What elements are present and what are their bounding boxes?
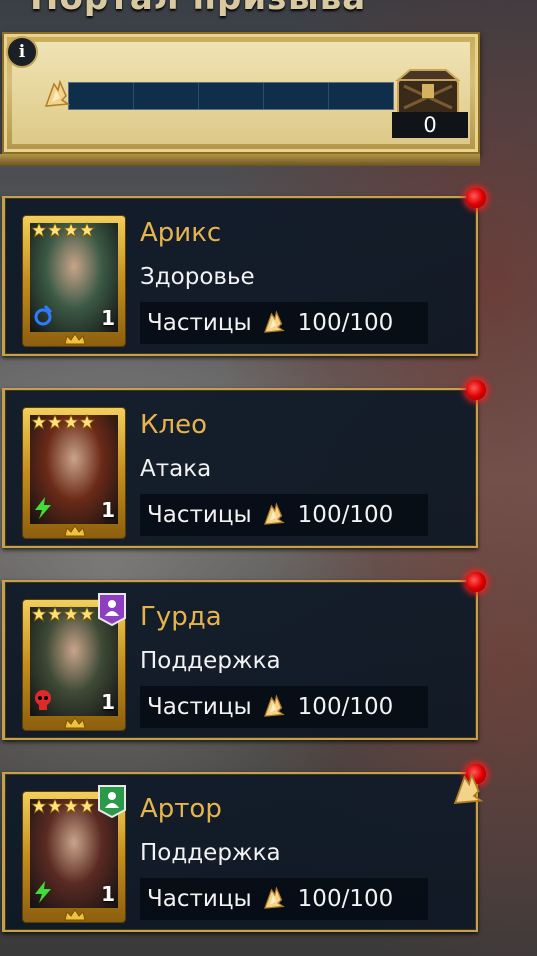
fragments-row: Частицы 100/100 — [140, 494, 428, 536]
hero-card[interactable]: 1 Гурда Поддержка Частицы 100/100 — [2, 572, 486, 740]
crown-icon — [64, 909, 86, 921]
star-icon — [63, 606, 79, 622]
hero-name: Гурда — [140, 602, 222, 632]
hero-card[interactable]: 1 Клео Атака Частицы 100/100 — [2, 380, 486, 548]
gold-shard-icon — [263, 886, 285, 909]
affinity-icon — [31, 304, 55, 328]
hero-role: Поддержка — [140, 840, 281, 866]
hero-stars — [31, 414, 95, 432]
star-icon — [63, 222, 79, 238]
hero-level: 1 — [101, 306, 115, 330]
star-icon — [63, 414, 79, 430]
star-icon — [31, 222, 47, 238]
hero-role: Здоровье — [140, 264, 255, 290]
hero-portrait[interactable]: 1 — [23, 216, 125, 346]
affinity-icon — [31, 496, 55, 520]
star-icon — [79, 606, 95, 622]
fragments-row: Частицы 100/100 — [140, 302, 428, 344]
crown-icon — [64, 525, 86, 537]
star-icon — [31, 606, 47, 622]
notification-dot — [466, 188, 486, 208]
chest-icon[interactable] — [392, 68, 464, 118]
star-icon — [47, 414, 63, 430]
role-badge-icon — [98, 593, 126, 626]
hero-portrait[interactable]: 1 — [23, 785, 126, 922]
gold-shard-icon — [263, 502, 285, 525]
hero-level: 1 — [101, 498, 115, 522]
star-icon — [47, 606, 63, 622]
info-icon[interactable]: i — [6, 36, 38, 68]
gold-shard-icon — [263, 310, 285, 333]
star-icon — [47, 798, 63, 814]
hero-role: Атака — [140, 456, 212, 482]
fragments-label: Частицы — [147, 886, 252, 912]
hero-level: 1 — [101, 882, 115, 906]
fragments-count: 100/100 — [297, 886, 394, 912]
affinity-icon — [31, 880, 55, 904]
notification-dot — [466, 380, 486, 400]
role-badge-icon — [98, 785, 126, 818]
hero-name: Артор — [140, 794, 222, 824]
hero-card[interactable]: 1 Артор Поддержка Частицы 100/100 — [2, 764, 486, 932]
affinity-icon — [31, 688, 55, 712]
fragments-row: Частицы 100/100 — [140, 686, 428, 728]
star-icon — [79, 414, 95, 430]
chest-count: 0 — [392, 112, 468, 138]
gold-shard-icon — [448, 770, 488, 814]
fragments-label: Частицы — [147, 694, 252, 720]
star-icon — [31, 414, 47, 430]
hero-stars — [31, 798, 95, 816]
star-icon — [79, 222, 95, 238]
summon-progress-panel: i 0 — [2, 32, 480, 154]
gold-shard-icon — [40, 78, 74, 116]
hero-name: Клео — [140, 410, 207, 440]
star-icon — [79, 798, 95, 814]
hero-stars — [31, 606, 95, 624]
crown-icon — [64, 333, 86, 345]
hero-role: Поддержка — [140, 648, 281, 674]
fragments-label: Частицы — [147, 310, 252, 336]
panel-divider — [0, 154, 480, 166]
star-icon — [63, 798, 79, 814]
notification-dot — [466, 572, 486, 592]
fragments-label: Частицы — [147, 502, 252, 528]
summon-progress-bar — [68, 82, 394, 110]
hero-portrait[interactable]: 1 — [23, 408, 125, 538]
fragments-count: 100/100 — [297, 694, 394, 720]
star-icon — [31, 798, 47, 814]
page-title: Портал призыва — [30, 0, 366, 18]
hero-stars — [31, 222, 95, 240]
hero-name: Арикс — [140, 218, 222, 248]
crown-icon — [64, 717, 86, 729]
star-icon — [47, 222, 63, 238]
hero-card[interactable]: 1 Арикс Здоровье Частицы 100/100 — [2, 188, 486, 356]
gold-shard-icon — [263, 694, 285, 717]
fragments-count: 100/100 — [297, 502, 394, 528]
hero-portrait[interactable]: 1 — [23, 593, 126, 730]
fragments-row: Частицы 100/100 — [140, 878, 428, 920]
hero-level: 1 — [101, 690, 115, 714]
fragments-count: 100/100 — [297, 310, 394, 336]
